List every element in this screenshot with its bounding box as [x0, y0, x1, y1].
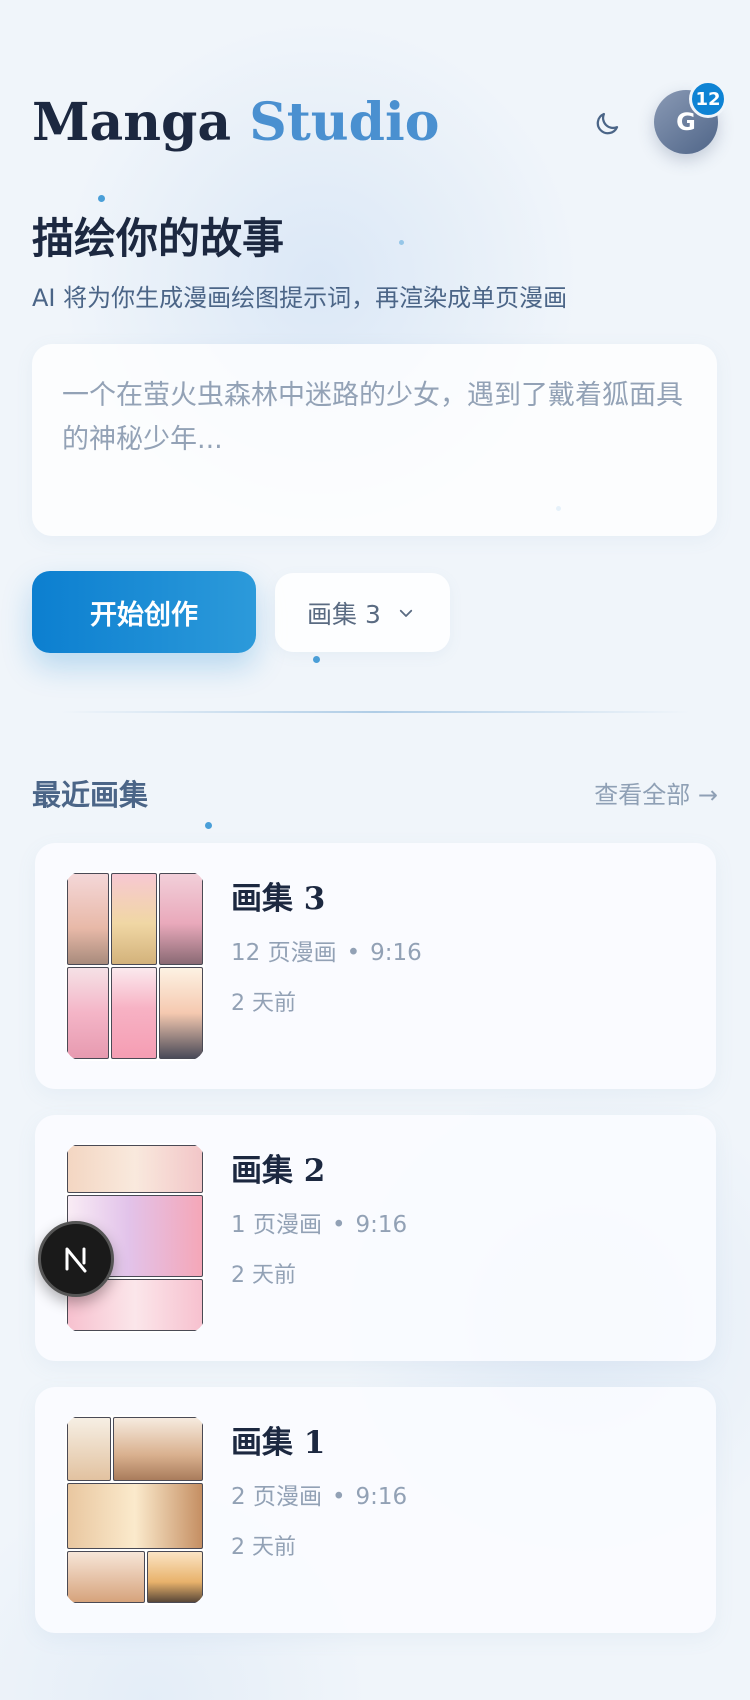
- nextjs-icon: [65, 1247, 87, 1273]
- section-divider: [60, 711, 690, 713]
- brand-logo[interactable]: Manga Studio: [32, 92, 439, 153]
- start-create-button[interactable]: 开始创作: [32, 571, 256, 653]
- meta-separator: •: [331, 1212, 346, 1238]
- manga-panel: [147, 1551, 203, 1603]
- meta-separator: •: [346, 940, 361, 966]
- sparkle-dot: [205, 822, 212, 829]
- manga-panel: [159, 873, 203, 965]
- album-aspect-ratio: 9:16: [355, 1484, 408, 1510]
- album-meta: 1 页漫画 • 9:16: [231, 1205, 407, 1239]
- notification-badge: 12: [689, 80, 727, 118]
- meta-separator: •: [331, 1484, 346, 1510]
- album-select-value: 画集 3: [307, 599, 381, 629]
- brand-name-part1: Manga: [32, 92, 232, 153]
- album-card[interactable]: 画集 1 2 页漫画 • 9:16 2 天前: [35, 1387, 716, 1633]
- album-timestamp: 2 天前: [231, 991, 296, 1016]
- album-title: 画集 3: [231, 881, 326, 917]
- moon-icon: [596, 112, 619, 135]
- album-aspect-ratio: 9:16: [370, 940, 422, 966]
- recent-albums-heading: 最近画集: [32, 778, 149, 812]
- story-prompt-input[interactable]: [62, 374, 687, 506]
- manga-panel: [67, 1417, 111, 1481]
- avatar-initial: G: [676, 108, 696, 136]
- chevron-down-icon: [397, 604, 415, 622]
- manga-panel: [67, 1551, 145, 1603]
- sparkle-dot: [399, 240, 404, 245]
- app-header: Manga Studio G 12: [32, 80, 727, 162]
- album-card[interactable]: 画集 2 1 页漫画 • 9:16 2 天前: [35, 1115, 716, 1361]
- album-page-count: 12 页漫画: [231, 940, 337, 966]
- album-meta: 12 页漫画 • 9:16: [231, 933, 422, 967]
- manga-panel: [67, 967, 109, 1059]
- album-timestamp: 2 天前: [231, 1263, 296, 1288]
- album-title: 画集 2: [231, 1153, 326, 1189]
- album-card[interactable]: 画集 3 12 页漫画 • 9:16 2 天前: [35, 843, 716, 1089]
- manga-panel: [111, 967, 157, 1059]
- sparkle-dot: [313, 656, 320, 663]
- album-meta: 2 页漫画 • 9:16: [231, 1477, 407, 1511]
- album-aspect-ratio: 9:16: [355, 1212, 408, 1238]
- album-thumbnail: [65, 1415, 205, 1605]
- manga-panel: [159, 967, 203, 1059]
- manga-panel: [67, 1145, 203, 1193]
- album-thumbnail: [65, 871, 205, 1061]
- theme-toggle-button[interactable]: [587, 104, 627, 144]
- manga-panel: [67, 873, 109, 965]
- album-page-count: 1 页漫画: [231, 1212, 322, 1238]
- manga-panel: [67, 1483, 203, 1549]
- page-subtitle: AI 将为你生成漫画绘图提示词，再渲染成单页漫画: [32, 284, 568, 312]
- story-prompt-container: [32, 344, 717, 536]
- brand-name-part2: Studio: [249, 92, 440, 153]
- album-title: 画集 1: [231, 1425, 326, 1461]
- manga-panel: [111, 873, 157, 965]
- album-timestamp: 2 天前: [231, 1535, 296, 1560]
- page-title: 描绘你的故事: [32, 214, 285, 263]
- album-select[interactable]: 画集 3: [275, 573, 450, 652]
- manga-panel: [113, 1417, 203, 1481]
- album-page-count: 2 页漫画: [231, 1484, 322, 1510]
- nextjs-dev-indicator[interactable]: [38, 1221, 114, 1297]
- view-all-link[interactable]: 查看全部 →: [594, 775, 718, 810]
- sparkle-dot: [98, 195, 105, 202]
